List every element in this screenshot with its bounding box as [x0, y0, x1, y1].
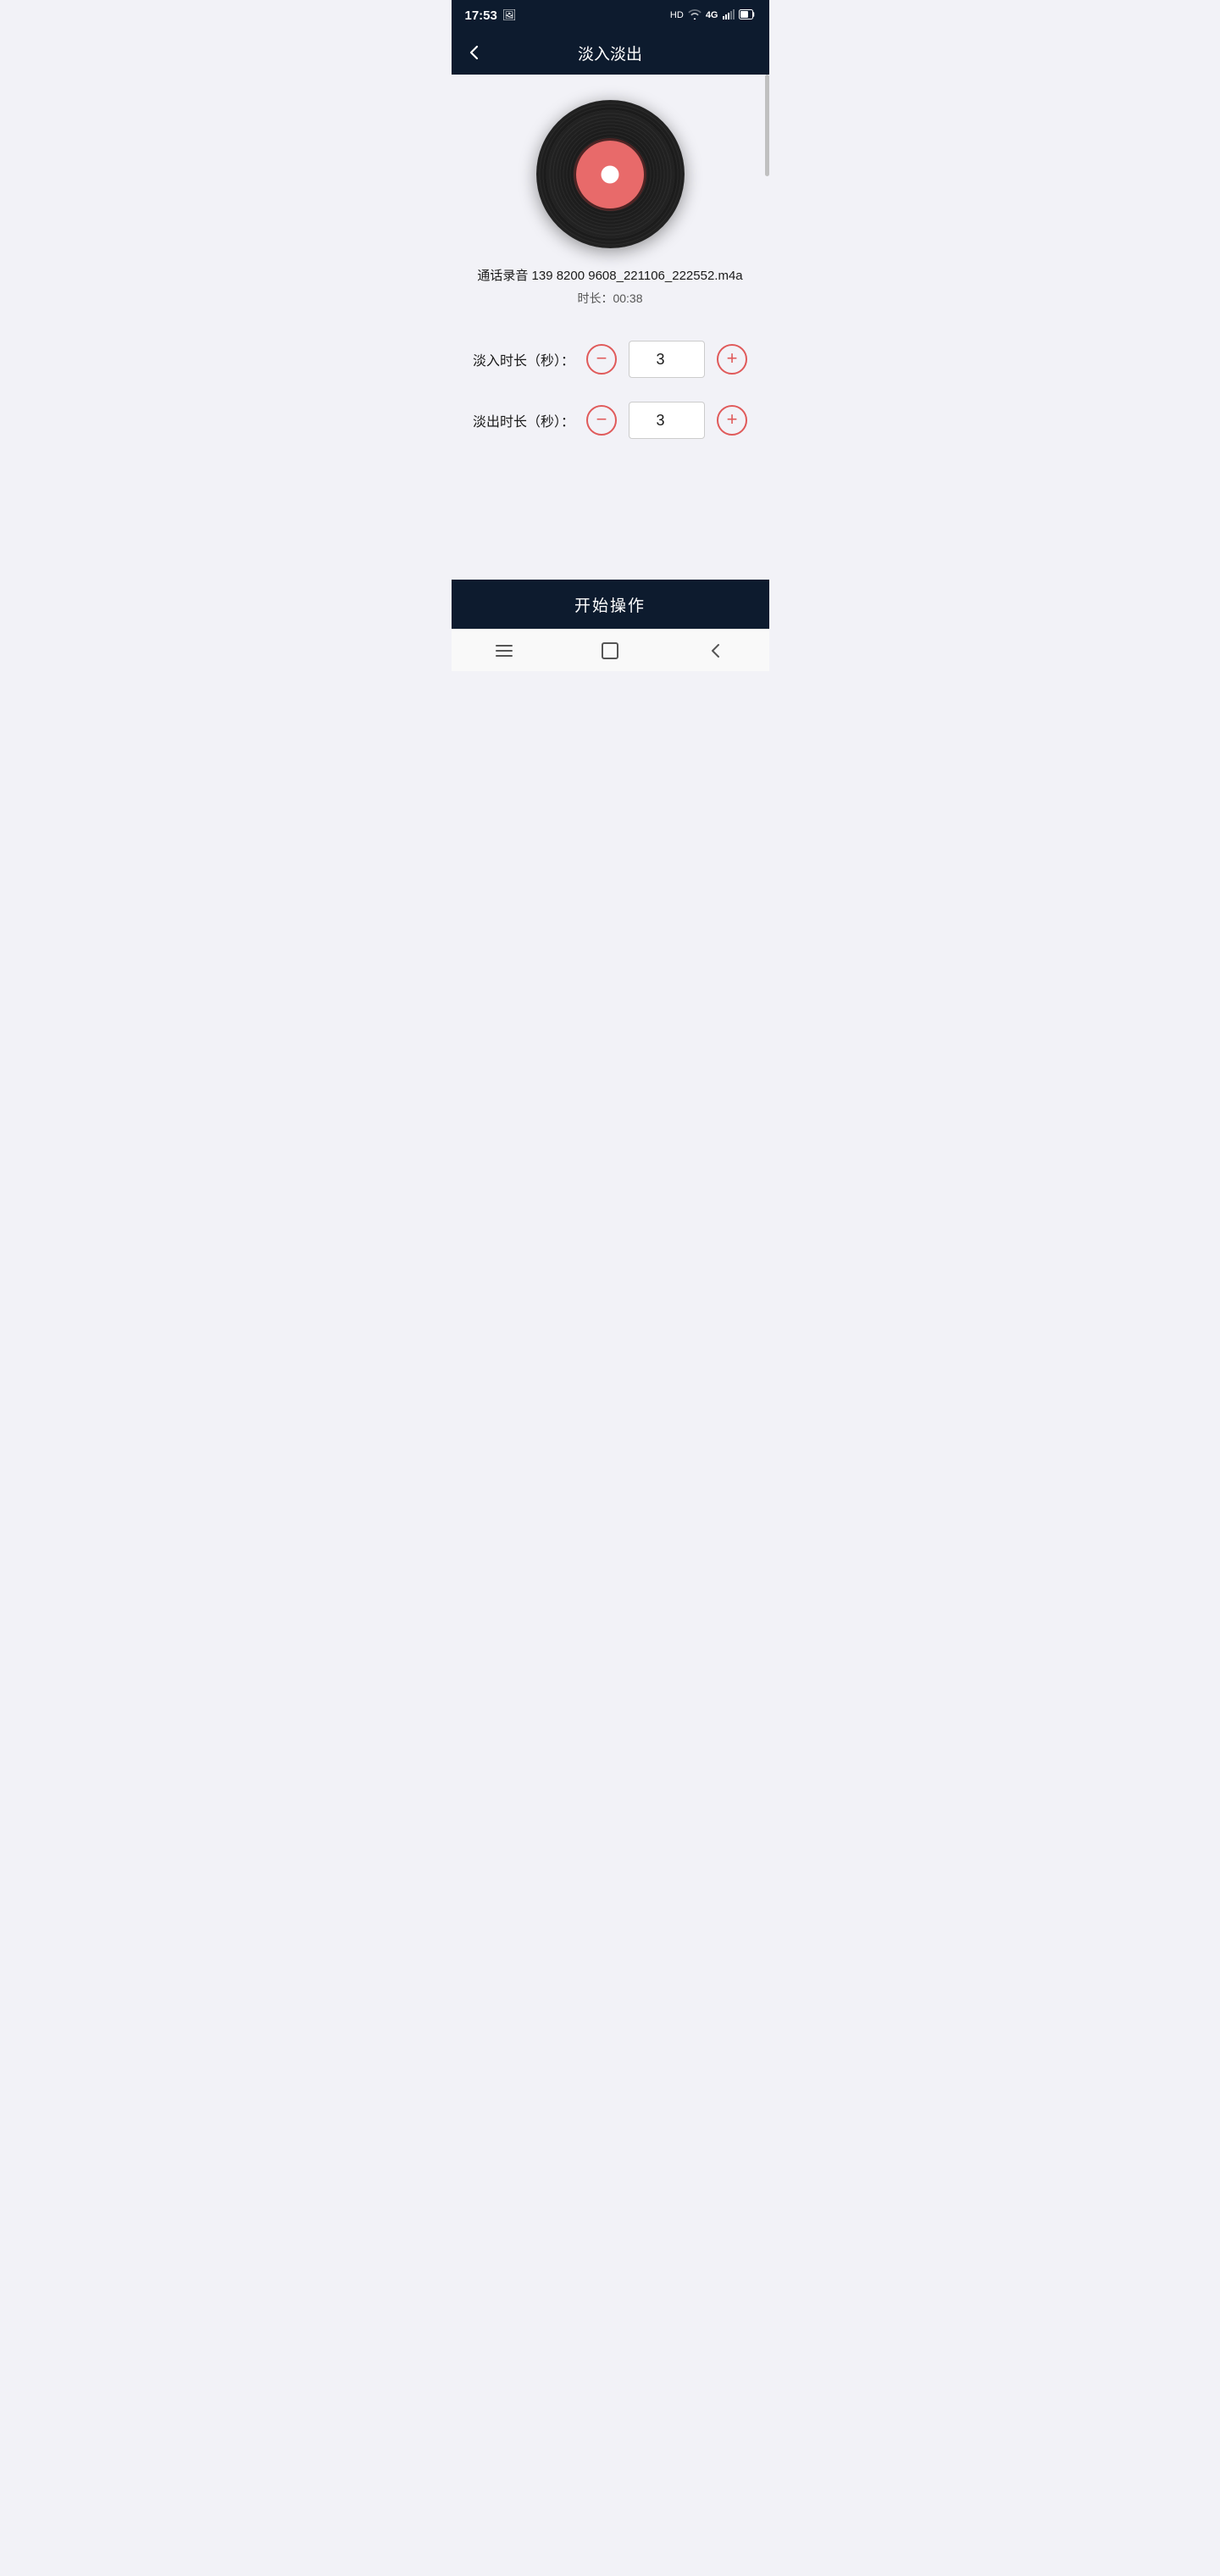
- back-nav-icon: [707, 641, 725, 660]
- action-bar[interactable]: 开始操作: [452, 580, 769, 629]
- vinyl-record: [536, 100, 685, 248]
- fade-in-row: 淡入时长（秒）： − +: [472, 341, 749, 378]
- menu-icon: [496, 645, 513, 657]
- status-time: 17:53: [465, 8, 497, 23]
- scrollbar-indicator: [765, 75, 769, 176]
- fade-out-row: 淡出时长（秒）： − +: [472, 402, 749, 439]
- status-right: HD 4G: [670, 9, 756, 22]
- vinyl-label: [576, 141, 644, 208]
- wifi-icon: [688, 9, 702, 22]
- bottom-nav: [452, 629, 769, 671]
- hd-label: HD: [670, 10, 684, 20]
- photo-icon: 🖼: [502, 8, 517, 22]
- file-duration: 时长：00:38: [577, 290, 642, 307]
- minus-icon: −: [596, 349, 607, 368]
- minus-icon-2: −: [596, 410, 607, 429]
- fade-in-decrement-button[interactable]: −: [586, 344, 617, 375]
- fade-in-input[interactable]: [629, 341, 705, 378]
- back-button[interactable]: [465, 43, 484, 62]
- fade-out-increment-button[interactable]: +: [717, 405, 747, 436]
- content-area: 通话录音 139 8200 9608_221106_222552.m4a 时长：…: [452, 75, 769, 580]
- back-nav-button[interactable]: [695, 636, 737, 666]
- fade-out-input[interactable]: [629, 402, 705, 439]
- home-nav-button[interactable]: [589, 636, 631, 666]
- page-title: 淡入淡出: [578, 42, 642, 64]
- fade-out-label: 淡出时长（秒）：: [473, 410, 574, 430]
- file-name: 通话录音 139 8200 9608_221106_222552.m4a: [477, 267, 742, 285]
- vinyl-record-container: [536, 100, 685, 248]
- vinyl-center-hole: [604, 169, 616, 180]
- status-left: 17:53 🖼: [465, 8, 517, 23]
- navbar: 淡入淡出: [452, 31, 769, 75]
- status-bar: 17:53 🖼 HD 4G: [452, 0, 769, 31]
- plus-icon-2: +: [727, 410, 738, 429]
- fade-in-label: 淡入时长（秒）：: [473, 349, 574, 369]
- home-icon: [602, 642, 618, 659]
- menu-nav-button[interactable]: [483, 636, 525, 666]
- signal-icon: [723, 9, 735, 22]
- fade-in-increment-button[interactable]: +: [717, 344, 747, 375]
- network-label: 4G: [706, 10, 718, 20]
- fade-out-decrement-button[interactable]: −: [586, 405, 617, 436]
- start-button-label: 开始操作: [574, 593, 646, 616]
- plus-icon: +: [727, 349, 738, 368]
- battery-icon: [739, 9, 756, 22]
- controls-container: 淡入时长（秒）： − + 淡出时长（秒）： − +: [472, 341, 749, 463]
